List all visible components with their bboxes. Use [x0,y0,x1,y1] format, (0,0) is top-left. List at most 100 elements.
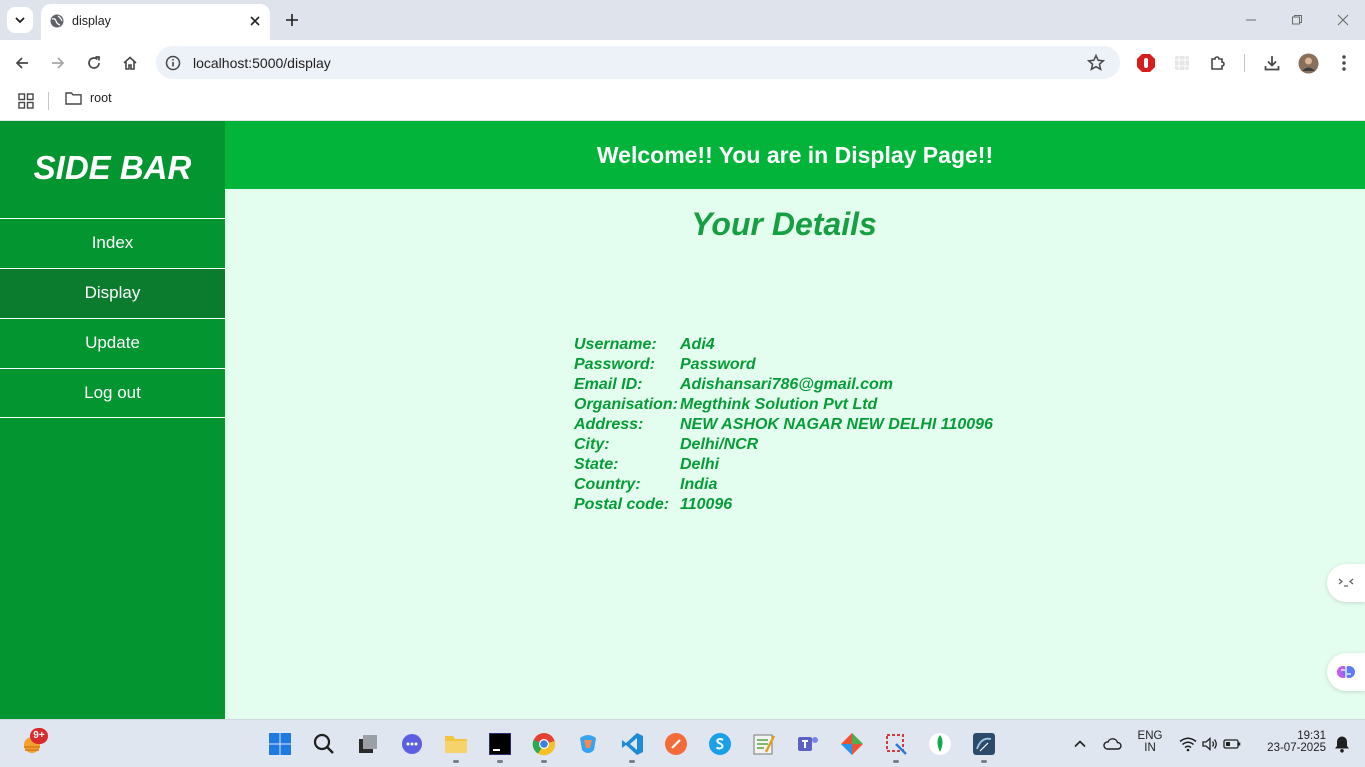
reload-button[interactable] [83,52,105,74]
toolbar-divider [1244,54,1245,72]
globe-icon [50,14,64,28]
detail-value: India [680,476,718,493]
mongodb-leaf-icon [929,733,951,755]
running-indicator [541,760,547,763]
taskbar-search[interactable] [311,731,337,757]
detail-row-city: City: Delhi/NCR [574,435,993,455]
avatar-icon [1298,53,1318,73]
tray-network-volume-battery[interactable] [1175,731,1245,757]
bookmark-star-icon[interactable] [1086,53,1106,73]
side-panel-toggle[interactable] [1327,564,1365,602]
back-button[interactable] [11,52,33,74]
taskbar-vscode[interactable] [619,731,645,757]
postman-icon [665,733,687,755]
page-title: Your Details [691,206,877,242]
notifications-button[interactable] [1329,731,1355,757]
chevron-up-icon [1074,740,1086,748]
minimize-button[interactable] [1241,10,1261,30]
detail-value: Adishansari786@gmail.com [680,376,894,393]
tab-close-button[interactable] [246,12,264,30]
downloads-button[interactable] [1261,52,1283,74]
home-button[interactable] [119,52,141,74]
clock[interactable]: 19:31 23-07-2025 [1258,730,1326,754]
new-tab-button[interactable] [282,10,302,30]
minimize-icon [1246,19,1256,21]
stop-hand-icon [1137,54,1155,72]
folder-icon [445,736,467,753]
taskbar-notepad[interactable] [751,731,777,757]
taskbar-chat[interactable] [399,731,425,757]
sidebar-item-index[interactable]: Index [0,218,225,268]
extension-grid[interactable] [1171,52,1193,74]
taskbar-skype[interactable] [707,731,733,757]
browser-menu-button[interactable] [1333,52,1355,74]
detail-row-organisation: Organisation: Megthink Solution Pvt Ltd [574,395,993,415]
start-button[interactable] [267,731,293,757]
detail-value: Megthink Solution Pvt Ltd [680,396,878,413]
browser-tab[interactable]: display [41,4,270,40]
task-view-icon [359,735,377,753]
tab-search-button[interactable] [7,7,33,33]
brain-icon [1337,666,1355,678]
taskbar-file-explorer[interactable] [443,731,469,757]
bookmarks-bar: root [0,85,1365,121]
os-taskbar: 9+ ENG IN 19:31 23-07-2025 [0,719,1365,767]
download-icon [1264,56,1280,71]
detail-label: Organisation: [574,396,679,413]
detail-row-password: Password: Password [574,355,993,375]
running-indicator [453,760,459,763]
home-icon [123,56,137,70]
detail-label: Country: [574,476,641,493]
plus-icon [286,14,298,26]
address-bar[interactable]: localhost:5000/display [156,46,1120,79]
chrome-icon [532,733,556,756]
taskbar-mongodb[interactable] [927,731,953,757]
taskbar-teams[interactable] [795,731,821,757]
detail-value: Adi4 [680,336,715,353]
taskbar-postman[interactable] [663,731,689,757]
detail-row-address: Address: NEW ASHOK NAGAR NEW DELHI 11009… [574,415,993,435]
details-table: Username: Adi4 Password: Password Email … [574,335,993,515]
taskbar-chrome[interactable] [531,731,557,757]
taskbar-intellij[interactable] [487,731,513,757]
detail-label: State: [574,456,619,473]
sidebar-nav: Index Display Update Log out [0,218,225,418]
sidebar-item-display[interactable]: Display [0,268,225,318]
forward-button[interactable] [47,52,69,74]
detail-label: Address: [574,416,644,433]
taskbar-git[interactable] [839,731,865,757]
taskbar-mysql-workbench[interactable] [971,731,997,757]
url-text[interactable]: localhost:5000/display [193,55,331,71]
restore-button[interactable] [1287,10,1307,30]
detail-label: Email ID: [574,376,643,393]
close-window-button[interactable] [1333,10,1353,30]
sidebar-title: SIDE BAR [33,149,192,186]
apps-grid-icon[interactable] [18,93,34,109]
extensions-button[interactable] [1207,52,1229,74]
tray-onedrive[interactable] [1099,731,1125,757]
tray-overflow-button[interactable] [1067,731,1093,757]
extension-adblock[interactable] [1135,52,1157,74]
reload-icon [88,56,100,69]
taskbar-task-view[interactable] [355,731,381,757]
taskbar-snipping-tool[interactable] [883,731,909,757]
detail-value: NEW ASHOK NAGAR NEW DELHI 110096 [680,416,993,433]
puzzle-icon [1211,56,1225,70]
sidebar: SIDE BAR Index Display Update Log out [0,121,225,719]
detail-value: 110096 [680,496,733,513]
running-indicator [981,760,987,763]
detail-row-email: Email ID: Adishansari786@gmail.com [574,375,993,395]
sidebar-item-logout[interactable]: Log out [0,368,225,418]
ai-assistant-button[interactable] [1327,653,1365,691]
browser-toolbar: localhost:5000/display [0,40,1365,85]
skype-icon [709,733,731,755]
language-indicator[interactable]: ENG IN [1132,730,1168,754]
sidebar-item-update[interactable]: Update [0,318,225,368]
cloud-icon [1103,738,1122,750]
close-icon [250,16,260,26]
bookmark-folder-root[interactable]: root [65,91,112,105]
battery-icon [1223,739,1241,749]
taskbar-copilot[interactable] [575,731,601,757]
profile-avatar[interactable] [1297,52,1319,74]
site-info-icon[interactable] [164,54,182,72]
